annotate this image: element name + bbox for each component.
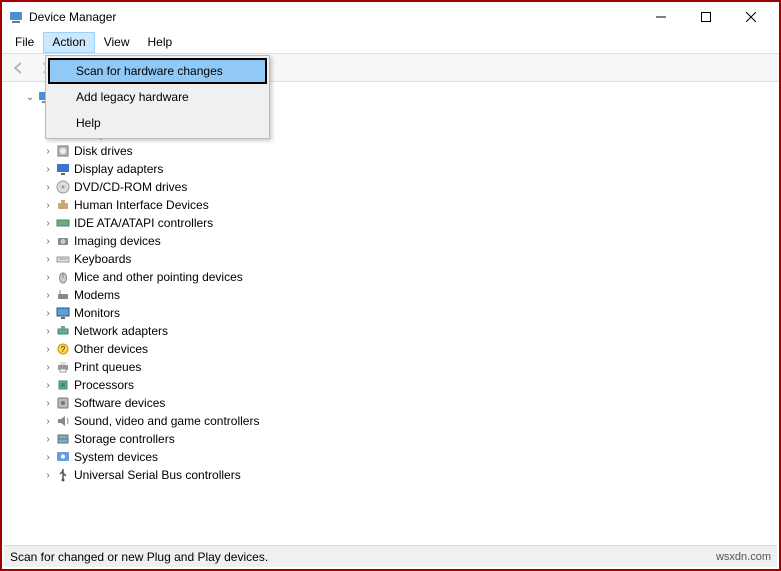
tree-category-label: System devices	[74, 450, 158, 464]
tree-category[interactable]: › Mice and other pointing devices	[40, 268, 777, 286]
camera-icon	[55, 233, 71, 249]
tree-category[interactable]: ›? Other devices	[40, 340, 777, 358]
expander-icon[interactable]: ›	[42, 326, 54, 337]
back-button[interactable]	[8, 57, 30, 79]
expander-icon[interactable]: ›	[42, 290, 54, 301]
tree-category[interactable]: › Software devices	[40, 394, 777, 412]
expander-icon[interactable]: ›	[42, 218, 54, 229]
menu-file[interactable]: File	[6, 32, 43, 53]
status-right: wsxdn.com	[716, 551, 771, 563]
software-icon	[55, 395, 71, 411]
tree-category[interactable]: › System devices	[40, 448, 777, 466]
mouse-icon	[55, 269, 71, 285]
tree-category[interactable]: › Keyboards	[40, 250, 777, 268]
tree-category[interactable]: › Modems	[40, 286, 777, 304]
hid-icon	[55, 197, 71, 213]
tree-category-label: Mice and other pointing devices	[74, 270, 243, 284]
disk-icon	[55, 143, 71, 159]
tree-category-label: Display adapters	[74, 162, 163, 176]
expander-icon[interactable]: ›	[42, 452, 54, 463]
statusbar: Scan for changed or new Plug and Play de…	[4, 545, 777, 567]
tree-category[interactable]: › Universal Serial Bus controllers	[40, 466, 777, 484]
expander-icon[interactable]: ›	[42, 416, 54, 427]
expander-icon[interactable]: ⌄	[24, 92, 36, 103]
usb-icon	[55, 467, 71, 483]
expander-icon[interactable]: ›	[42, 146, 54, 157]
display-icon	[55, 161, 71, 177]
tree-category[interactable]: › Storage controllers	[40, 430, 777, 448]
tree-category-label: Imaging devices	[74, 234, 161, 248]
tree-category-label: Other devices	[74, 342, 148, 356]
expander-icon[interactable]: ›	[42, 254, 54, 265]
storage-icon	[55, 431, 71, 447]
tree-category-label: Monitors	[74, 306, 120, 320]
tree-category[interactable]: › DVD/CD-ROM drives	[40, 178, 777, 196]
menu-scan-hardware[interactable]: Scan for hardware changes	[48, 58, 267, 84]
tree-category-label: IDE ATA/ATAPI controllers	[74, 216, 213, 230]
menu-help[interactable]: Help	[139, 32, 182, 53]
expander-icon[interactable]: ›	[42, 362, 54, 373]
menu-help-item[interactable]: Help	[48, 110, 267, 136]
titlebar: Device Manager	[2, 2, 779, 32]
tree-category[interactable]: › IDE ATA/ATAPI controllers	[40, 214, 777, 232]
tree-category-label: Network adapters	[74, 324, 168, 338]
tree-category[interactable]: › Disk drives	[40, 142, 777, 160]
printer-icon	[55, 359, 71, 375]
tree-category-label: DVD/CD-ROM drives	[74, 180, 187, 194]
tree-category-label: Sound, video and game controllers	[74, 414, 259, 428]
expander-icon[interactable]: ›	[42, 380, 54, 391]
tree-category-label: Human Interface Devices	[74, 198, 209, 212]
expander-icon[interactable]: ›	[42, 272, 54, 283]
tree-category[interactable]: › Human Interface Devices	[40, 196, 777, 214]
tree-category[interactable]: › Processors	[40, 376, 777, 394]
expander-icon[interactable]: ›	[42, 308, 54, 319]
action-dropdown: Scan for hardware changes Add legacy har…	[45, 55, 270, 139]
tree-category[interactable]: › Imaging devices	[40, 232, 777, 250]
sound-icon	[55, 413, 71, 429]
tree-category-label: Modems	[74, 288, 120, 302]
tree-category-label: Software devices	[74, 396, 165, 410]
tree-category-label: Storage controllers	[74, 432, 175, 446]
expander-icon[interactable]: ›	[42, 344, 54, 355]
expander-icon[interactable]: ›	[42, 164, 54, 175]
expander-icon[interactable]: ›	[42, 434, 54, 445]
keyboard-icon	[55, 251, 71, 267]
menu-view[interactable]: View	[95, 32, 139, 53]
tree-category[interactable]: › Print queues	[40, 358, 777, 376]
menu-action[interactable]: Action	[43, 32, 94, 53]
modem-icon	[55, 287, 71, 303]
tree-category[interactable]: › Monitors	[40, 304, 777, 322]
expander-icon[interactable]: ›	[42, 398, 54, 409]
tree-category-label: Processors	[74, 378, 134, 392]
expander-icon[interactable]: ›	[42, 470, 54, 481]
window-title: Device Manager	[29, 10, 638, 24]
cpu-icon	[55, 377, 71, 393]
system-icon	[55, 449, 71, 465]
menu-add-legacy-hardware[interactable]: Add legacy hardware	[48, 84, 267, 110]
device-tree[interactable]: ⌄ ›Bluetooth›Computer›Disk drives›Displa…	[4, 84, 777, 541]
app-icon	[8, 9, 24, 25]
tree-category[interactable]: › Network adapters	[40, 322, 777, 340]
ide-icon	[55, 215, 71, 231]
tree-category[interactable]: › Display adapters	[40, 160, 777, 178]
tree-category-label: Universal Serial Bus controllers	[74, 468, 241, 482]
tree-category[interactable]: › Sound, video and game controllers	[40, 412, 777, 430]
expander-icon[interactable]: ›	[42, 200, 54, 211]
window-controls	[638, 3, 773, 31]
dvd-icon	[55, 179, 71, 195]
expander-icon[interactable]: ›	[42, 236, 54, 247]
expander-icon[interactable]: ›	[42, 182, 54, 193]
tree-category-label: Keyboards	[74, 252, 131, 266]
menubar: File Action View Help	[2, 32, 779, 54]
status-text: Scan for changed or new Plug and Play de…	[10, 550, 268, 564]
svg-text:?: ?	[61, 345, 66, 354]
network-icon	[55, 323, 71, 339]
tree-category-label: Print queues	[74, 360, 141, 374]
other-icon: ?	[55, 341, 71, 357]
maximize-button[interactable]	[683, 3, 728, 31]
tree-category-label: Disk drives	[74, 144, 133, 158]
monitor-icon	[55, 305, 71, 321]
minimize-button[interactable]	[638, 3, 683, 31]
close-button[interactable]	[728, 3, 773, 31]
